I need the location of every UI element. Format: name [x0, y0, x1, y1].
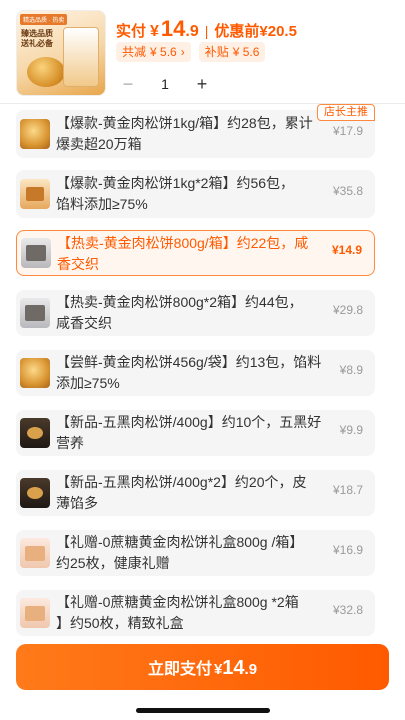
pay-currency: ¥ [150, 23, 159, 40]
pay-now-button[interactable]: 立即支付 ¥ 14 .9 [16, 644, 389, 690]
increment-button[interactable]: + [190, 72, 214, 96]
sku-option-label: 【新品-五黑肉松饼/400g】约10个，五黑好 营养 [56, 414, 322, 451]
decrement-button[interactable]: − [116, 72, 140, 96]
quantity-value[interactable]: 1 [140, 72, 190, 96]
sku-option-label: 【礼赠-0蔗糖黄金肉松饼礼盒800g *2箱 】约50枚，精致礼盒 [56, 594, 299, 631]
sku-option[interactable]: 【新品-五黑肉松饼/400g*2】约20个，皮 薄馅多 ¥18.7 [16, 470, 375, 516]
total-discount-chip[interactable]: 共减 ¥ 5.6 › [116, 42, 191, 62]
sku-option-label: 【尝鲜-黄金肉松饼456g/袋】约13包，馅料 添加≥75% [56, 354, 322, 391]
gift-box-illustration [63, 27, 99, 87]
sku-price: ¥35.8 [332, 184, 363, 198]
chevron-right-icon: › [180, 45, 185, 59]
product-image-slogan: 臻选品质 送礼必备 [21, 29, 53, 48]
sku-option[interactable]: 【礼赠-0蔗糖黄金肉松饼礼盒800g *2箱 】约50枚，精致礼盒 ¥32.8 [16, 590, 375, 636]
product-image-tag: 精选品质 · 热卖 [20, 14, 68, 25]
subsidy-label: 补贴 [204, 45, 229, 59]
sku-thumbnail [21, 238, 51, 268]
sku-thumbnail [20, 598, 50, 628]
sku-thumbnail [20, 179, 50, 209]
product-image[interactable]: 精选品质 · 热卖 臻选品质 送礼必备 [16, 10, 106, 96]
sku-option[interactable]: 【新品-五黑肉松饼/400g】约10个，五黑好 营养 ¥9.9 [16, 410, 375, 456]
product-summary: 精选品质 · 热卖 臻选品质 送礼必备 实付 ¥ 14 .9 | 优惠前 ¥20… [0, 0, 405, 100]
original-price: ¥20.5 [259, 23, 297, 40]
sku-price: ¥8.9 [339, 363, 363, 377]
sku-option[interactable]: 【爆款-黄金肉松饼1kg*2箱】约56包， 馅料添加≥75% ¥35.8 [16, 170, 375, 218]
sku-option[interactable]: 【尝鲜-黄金肉松饼456g/袋】约13包，馅料 添加≥75% ¥8.9 [16, 350, 375, 396]
pay-label: 实付 [116, 23, 147, 40]
sku-price: ¥32.8 [332, 603, 363, 617]
sku-price: ¥14.9 [331, 243, 362, 257]
sku-price: ¥18.7 [332, 483, 363, 497]
subsidy-value: ¥ 5.6 [232, 45, 260, 59]
sku-thumbnail [20, 358, 50, 388]
sku-price: ¥17.9 [332, 124, 363, 138]
quantity-stepper: − 1 + [116, 72, 214, 96]
price-separator: | [204, 23, 209, 39]
sku-option-label: 【热卖-黄金肉松饼800g/箱】约22包，咸 香交织 [57, 235, 309, 272]
cake-illustration [27, 57, 65, 87]
sku-thumbnail [20, 478, 50, 508]
discount-chips: 共减 ¥ 5.6 › 补贴 ¥ 5.6 [116, 42, 266, 62]
sku-option[interactable]: 【礼赠-0蔗糖黄金肉松饼礼盒800g /箱】 约25枚，健康礼赠 ¥16.9 [16, 530, 375, 576]
pay-price-integer: 14 [160, 16, 186, 41]
price-summary: 实付 ¥ 14 .9 | 优惠前 ¥20.5 [116, 16, 297, 41]
sku-thumbnail [20, 298, 50, 328]
total-discount-value: ¥ 5.6 [150, 45, 177, 59]
sku-price: ¥29.8 [332, 303, 363, 317]
sku-price: ¥9.9 [339, 423, 363, 437]
sku-option-list[interactable]: 【爆款-黄金肉松饼1kg/箱】约28包，累计 爆卖超20万箱 ¥17.9 【爆款-… [0, 104, 405, 640]
sku-option-label: 【礼赠-0蔗糖黄金肉松饼礼盒800g /箱】 约25枚，健康礼赠 [56, 534, 304, 571]
sku-option-label: 【爆款-黄金肉松饼1kg*2箱】约56包， 馅料添加≥75% [56, 175, 295, 212]
home-indicator [136, 708, 270, 713]
sku-thumbnail [20, 538, 50, 568]
sku-option-label: 【爆款-黄金肉松饼1kg/箱】约28包，累计 爆卖超20万箱 [56, 115, 313, 152]
subsidy-chip: 补贴 ¥ 5.6 [198, 42, 266, 62]
sku-option-label: 【新品-五黑肉松饼/400g*2】约20个，皮 薄馅多 [56, 474, 307, 511]
sku-option-label: 【热卖-黄金肉松饼800g*2箱】约44包， 咸香交织 [56, 294, 303, 331]
original-label: 优惠前 [214, 23, 260, 40]
pay-button-currency: ¥ [213, 661, 223, 678]
total-discount-label: 共减 [122, 45, 147, 59]
pay-button-decimal: .9 [244, 661, 258, 678]
sku-option-selected[interactable]: 【热卖-黄金肉松饼800g/箱】约22包，咸 香交织 ¥14.9 [16, 230, 375, 276]
pay-button-label: 立即支付 [147, 661, 212, 678]
store-recommend-badge: 店长主推 [317, 104, 375, 121]
pay-button-integer: 14 [222, 657, 245, 679]
pay-price-decimal: .9 [185, 23, 199, 40]
sku-price: ¥16.9 [332, 543, 363, 557]
sku-option[interactable]: 【热卖-黄金肉松饼800g*2箱】约44包， 咸香交织 ¥29.8 [16, 290, 375, 336]
sku-thumbnail [20, 418, 50, 448]
sku-thumbnail [20, 119, 50, 149]
